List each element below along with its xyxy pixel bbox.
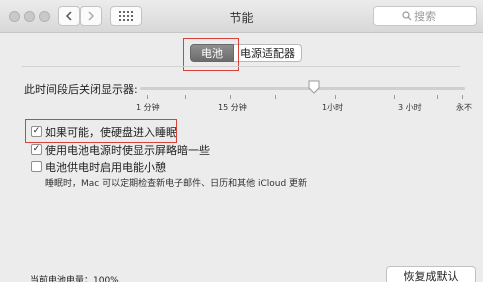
divider [22,66,460,67]
slider-tick [437,95,438,99]
dim-display-label: 使用电池电源时使显示屏略暗一些 [45,144,210,157]
slider-tick [185,95,186,99]
search-field[interactable]: 搜索 [373,6,477,26]
search-placeholder: 搜索 [414,10,436,23]
tick-label-never: 永不 [456,103,472,112]
slider-knob[interactable] [308,80,320,94]
tick-label-3hours: 3 小时 [398,103,422,112]
slider-tick [462,95,463,99]
battery-status: 当前电池电量：100% [30,276,119,282]
slider-tick [394,95,395,99]
highlight-box-hard-disk-option [25,119,177,143]
checkmark-icon: ✓ [32,144,41,154]
tick-label-1min: 1 分钟 [136,103,160,112]
slider-tick [230,95,231,99]
power-nap-label: 电池供电时启用电能小憩 [45,161,166,174]
power-nap-checkbox[interactable] [31,161,42,172]
tick-label-15min: 15 分钟 [218,103,247,112]
restore-defaults-button[interactable]: 恢复成默认 [386,266,476,282]
power-nap-note: 睡眠时，Mac 可以定期检查新电子邮件、日历和其他 iCloud 更新 [45,179,308,189]
energy-saver-window: 节能 搜索 电池 电源适配器 此时间段后关闭显示器: 1 分钟 15 分钟 1小… [0,0,483,282]
tab-power-adapter[interactable]: 电源适配器 [234,44,302,62]
tick-label-1hour: 1小时 [322,103,344,112]
title-bar: 节能 搜索 [0,0,483,33]
display-sleep-slider[interactable] [140,87,465,90]
slider-tick [147,95,148,99]
slider-tick [335,95,336,99]
slider-tick [275,95,276,99]
dim-display-checkbox[interactable]: ✓ [31,144,42,155]
search-icon [402,11,412,21]
display-sleep-label: 此时间段后关闭显示器: [24,83,138,96]
